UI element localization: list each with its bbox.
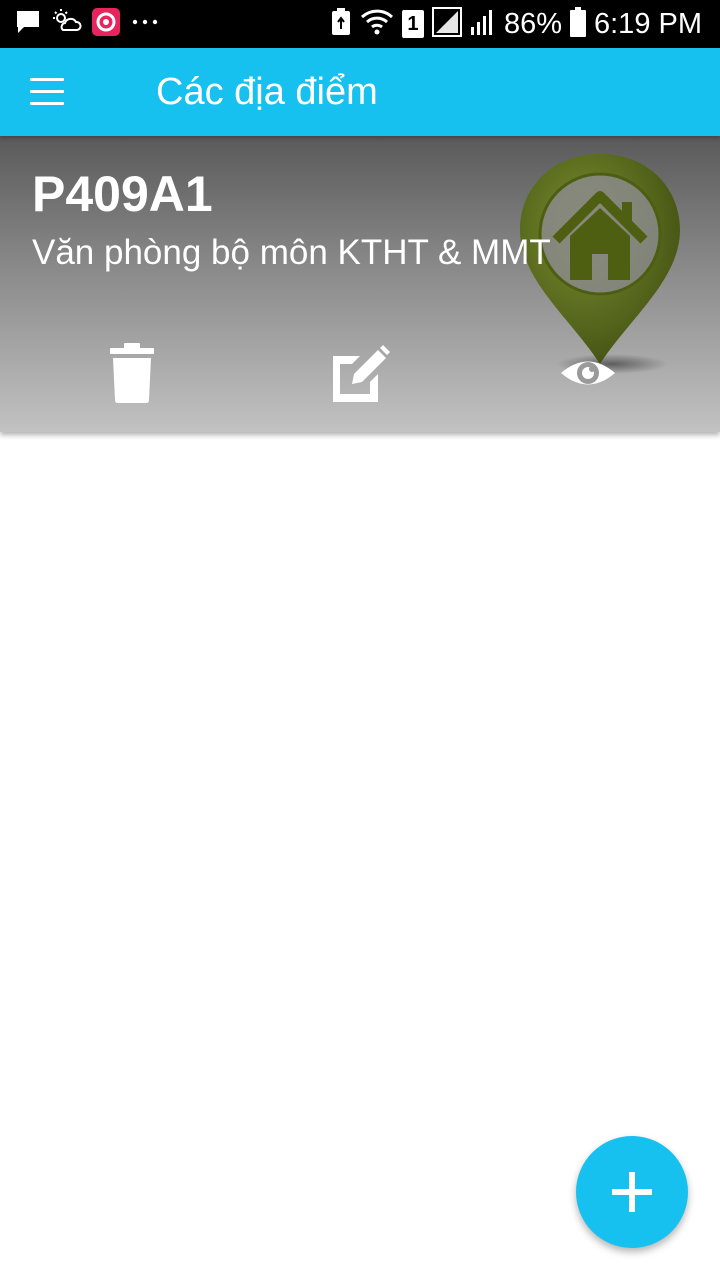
battery-icon xyxy=(570,6,586,42)
place-card[interactable]: P409A1 Văn phòng bộ môn KTHT & MMT xyxy=(0,136,720,432)
weather-icon xyxy=(52,8,82,41)
edit-icon xyxy=(333,345,390,402)
view-icon xyxy=(561,361,615,385)
more-notifications-icon xyxy=(130,8,160,41)
battery-percentage: 86% xyxy=(503,8,562,40)
message-icon xyxy=(14,8,42,41)
status-bar: 1 86% 6:19 PM xyxy=(0,0,720,48)
place-code: P409A1 xyxy=(32,166,213,222)
app-bar: Các địa điểm xyxy=(0,48,720,136)
page-title: Các địa điểm xyxy=(156,71,378,113)
plus-icon xyxy=(612,1172,652,1212)
signal-sim1-icon xyxy=(431,6,462,42)
delete-button[interactable] xyxy=(104,342,160,404)
wifi-icon xyxy=(360,7,394,42)
place-description: Văn phòng bộ môn KTHT & MMT xyxy=(32,233,551,272)
delete-icon xyxy=(110,343,154,403)
view-button[interactable] xyxy=(558,348,618,398)
hamburger-menu-icon[interactable] xyxy=(30,78,64,106)
sim-slot-icon: 1 xyxy=(401,10,424,38)
edit-button[interactable] xyxy=(326,342,392,404)
add-place-button[interactable] xyxy=(576,1136,688,1248)
status-bar-right: 1 86% 6:19 PM xyxy=(330,6,702,42)
signal-sim2-icon xyxy=(470,7,496,42)
status-bar-left xyxy=(14,7,160,41)
battery-saver-icon xyxy=(330,7,352,42)
app-notification-icon xyxy=(92,7,120,41)
clock: 6:19 PM xyxy=(594,8,702,40)
